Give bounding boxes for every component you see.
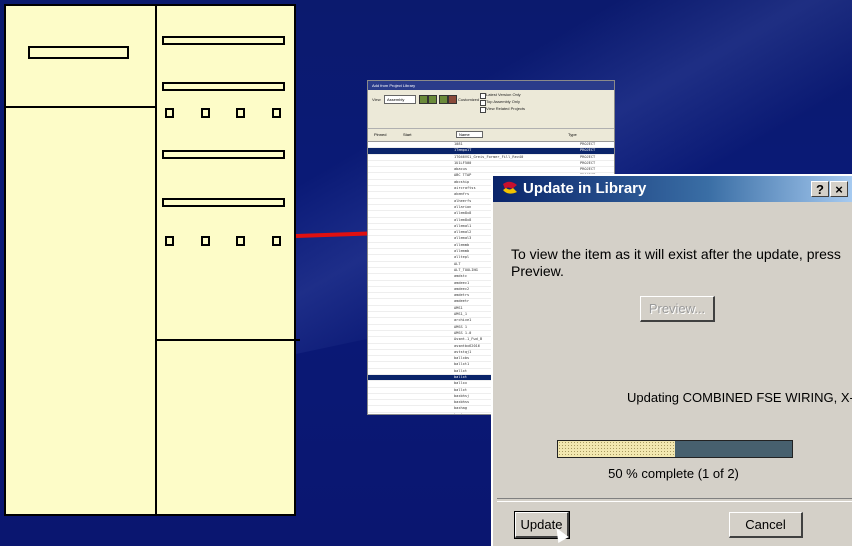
library-column-headers: Pinned Start Name Type	[368, 129, 614, 142]
preview-button[interactable]: Preview...	[640, 296, 715, 322]
library-row-name: AMS1	[454, 305, 463, 310]
cabinet-terminal	[201, 236, 210, 246]
library-row-name: allarion	[454, 204, 472, 209]
library-row-type: PROJECT	[580, 142, 596, 146]
library-row-name: AMS1_1	[454, 312, 467, 317]
help-button[interactable]: ?	[811, 181, 829, 197]
library-row-name: amdetrs	[454, 293, 470, 298]
library-row-name: 1T046VS1_Greis_Former_Fill_Rev40	[454, 154, 524, 159]
library-row-name: 1U1LF500	[454, 160, 472, 165]
library-row-name: AMSS 1	[454, 324, 467, 329]
view-select[interactable]: Assembly	[384, 95, 416, 104]
library-row-name: allem8x8	[454, 211, 472, 216]
checkbox-label: Top Assembly Only	[486, 99, 521, 104]
library-row-name: amdstc	[454, 274, 467, 279]
app-logo-icon	[503, 181, 517, 194]
cancel-button[interactable]: Cancel	[729, 512, 803, 538]
cabinet-panel-slot	[28, 46, 129, 59]
library-row-name: allem8x8	[454, 217, 472, 222]
cabinet-terminal	[165, 108, 174, 118]
view-label: View	[372, 97, 381, 102]
library-row-name: ALT	[454, 261, 461, 266]
library-row-name: ABC TTAP	[454, 173, 472, 178]
library-row-name: baxbhss	[454, 400, 470, 405]
library-row-name: ballxt1	[454, 362, 470, 367]
cabinet-diagram	[4, 4, 300, 516]
library-row-name: amdeec1	[454, 280, 470, 285]
customized-label: Customized	[458, 97, 480, 102]
library-row-name: alheerfs	[454, 198, 472, 203]
library-row-name: assmtbx62016	[454, 343, 480, 348]
library-row-name: allemal1	[454, 223, 472, 228]
library-row-name: akemfrs	[454, 192, 470, 197]
checkbox-label: View Related Projects	[486, 106, 526, 111]
library-row-name: alltepl	[454, 255, 470, 260]
library-row-name: allemal3	[454, 236, 472, 241]
library-row-name: abacus	[454, 167, 467, 172]
checkbox-label: Latest Version Only	[486, 92, 521, 97]
header-type[interactable]: Type	[568, 132, 577, 137]
library-row-name: baxhag	[454, 406, 467, 411]
progress-label: 50 % complete (1 of 2)	[608, 466, 739, 481]
update-progress-bar	[557, 440, 793, 458]
library-row-name: ballxt	[454, 368, 467, 373]
library-row-name: allemmb	[454, 249, 470, 254]
library-row-name: ALT_TOOLING	[454, 267, 478, 272]
library-row-name: Assmt-1_Fwd_B	[454, 337, 483, 342]
library-row-name: AMSS 1.0	[454, 330, 472, 335]
library-row-name: ballxbs	[454, 356, 470, 361]
library-row-name: 1081	[454, 142, 463, 146]
library-row-name: allemmb	[454, 242, 470, 247]
toolbar-button[interactable]	[419, 95, 428, 104]
library-row-name: amdeec2	[454, 286, 470, 291]
library-row-name: amdeetr	[454, 299, 470, 304]
library-row-name: ballxx	[454, 381, 467, 386]
library-row-name: 1Tempo1T	[454, 148, 472, 153]
library-row-type: PROJECT	[580, 148, 596, 153]
cabinet-divider-vertical	[155, 6, 157, 514]
dialog-message: To view the item as it will exist after …	[511, 246, 841, 279]
cabinet-terminal	[201, 108, 210, 118]
library-row-name: ballxt	[454, 374, 467, 379]
library-row-name: ballxt	[454, 387, 467, 392]
cabinet-rail	[162, 198, 285, 207]
progress-fill	[558, 441, 675, 457]
library-row-name: baxbhsj	[454, 393, 470, 398]
cabinet-terminal	[236, 108, 245, 118]
library-row-name: allemal2	[454, 230, 472, 235]
cabinet-divider-left	[6, 106, 155, 108]
library-window-title: Add from Project Library	[368, 81, 614, 90]
updating-status: Updating COMBINED FSE WIRING, X-0	[627, 390, 852, 405]
cabinet-terminal	[165, 236, 174, 246]
library-row-type: PROJECT	[580, 160, 596, 165]
library-row-name: archive1	[454, 318, 472, 323]
dialog-title: Update in Library	[523, 180, 647, 197]
library-row-name: bactpa	[454, 412, 467, 415]
update-in-library-dialog: Update in Library ? × To view the item a…	[491, 174, 852, 546]
cabinet-rail	[162, 82, 285, 91]
library-row-name: aircraftss	[454, 186, 476, 191]
cabinet-rail	[162, 150, 285, 159]
toolbar-button[interactable]	[448, 95, 457, 104]
library-row-type: PROJECT	[580, 154, 596, 159]
header-name[interactable]: Name	[456, 131, 483, 138]
dialog-separator	[497, 498, 852, 502]
close-button[interactable]: ×	[830, 181, 848, 197]
cabinet-rail	[162, 36, 285, 45]
cabinet-divider-right	[155, 339, 300, 341]
toolbar-button[interactable]	[439, 95, 448, 104]
dialog-titlebar[interactable]: Update in Library ? ×	[493, 176, 852, 202]
library-row-type: PROJECT	[580, 167, 596, 172]
library-toolbar: View Assembly Customized Latest Version …	[368, 90, 614, 129]
cabinet-terminal	[236, 236, 245, 246]
header-start[interactable]: Start	[403, 132, 411, 137]
cabinet-terminal	[272, 108, 281, 118]
cabinet-terminal	[272, 236, 281, 246]
library-row-name: aststqj1	[454, 349, 472, 354]
toolbar-button[interactable]	[428, 95, 437, 104]
library-row-name: abcship	[454, 179, 470, 184]
header-pinned[interactable]: Pinned	[374, 132, 386, 137]
